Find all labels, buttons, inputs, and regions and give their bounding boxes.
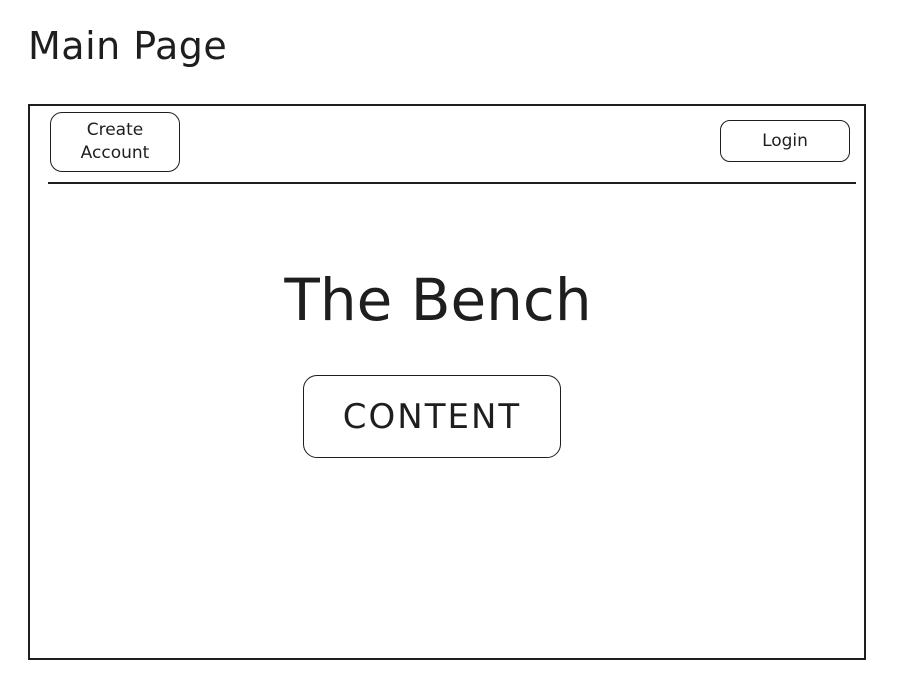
navbar-divider xyxy=(48,182,856,184)
login-button[interactable]: Login xyxy=(720,120,850,162)
app-title: The Bench xyxy=(284,266,592,334)
page-title: Main Page xyxy=(28,24,228,68)
create-account-button[interactable]: Create Account xyxy=(50,112,180,172)
create-account-label: Create Account xyxy=(80,120,150,163)
browser-frame: Create Account Login The Bench CONTENT xyxy=(28,104,866,660)
content-box: CONTENT xyxy=(303,375,561,458)
